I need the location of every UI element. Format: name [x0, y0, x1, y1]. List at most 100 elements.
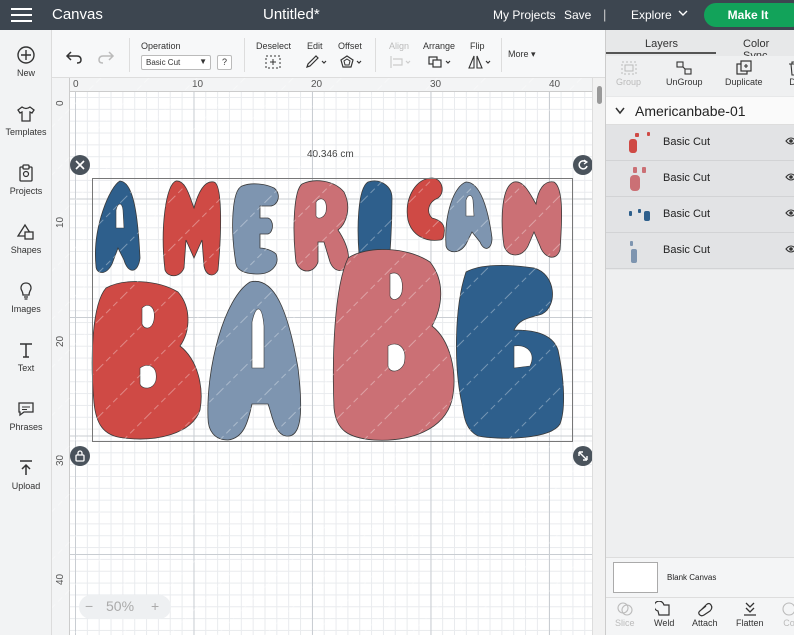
sidebar-item-templates[interactable]: Templates	[0, 104, 52, 137]
layer-thumbnail	[629, 209, 650, 221]
sidebar-item-projects[interactable]: Projects	[0, 163, 52, 196]
sidebar-item-upload[interactable]: Upload	[0, 458, 52, 491]
layer-name: Basic Cut	[663, 244, 711, 256]
sidebar-item-text[interactable]: Text	[0, 340, 52, 373]
contour-label: Co	[783, 618, 794, 628]
toolbar-divider	[244, 38, 245, 72]
attach-button[interactable]: Attach	[692, 601, 718, 628]
layer-name: Basic Cut	[663, 172, 711, 184]
text-icon	[20, 343, 32, 358]
eye-icon[interactable]	[785, 207, 794, 219]
group-button[interactable]: Group	[616, 60, 641, 87]
delete-label: De	[789, 77, 794, 87]
chevron-down-icon[interactable]	[678, 8, 688, 18]
sidebar-item-label: Phrases	[9, 422, 43, 432]
delete-button[interactable]: De	[786, 60, 794, 87]
chevron-down-icon[interactable]	[615, 107, 625, 115]
canvas-scrollbar[interactable]	[592, 78, 605, 635]
scrollbar-thumb[interactable]	[597, 86, 602, 104]
eye-icon[interactable]	[785, 135, 794, 147]
shirt-icon	[17, 106, 35, 122]
duplicate-button[interactable]: Duplicate	[725, 60, 763, 87]
operation-label: Operation	[141, 41, 181, 51]
bulb-icon	[20, 282, 32, 300]
active-tab-indicator	[606, 52, 716, 54]
flatten-icon	[743, 602, 756, 616]
group-label: Group	[616, 77, 642, 87]
rotate-icon	[578, 159, 589, 170]
hamburger-menu-icon[interactable]	[11, 8, 32, 22]
redo-icon[interactable]	[97, 50, 115, 64]
zoom-in-button[interactable]: +	[151, 598, 159, 614]
shapes-icon	[16, 223, 34, 240]
deselect-label: Deselect	[256, 41, 292, 51]
contour-button[interactable]: Co	[780, 601, 794, 628]
eye-icon[interactable]	[785, 171, 794, 183]
layers-empty-area	[606, 270, 794, 557]
ungroup-label: UnGroup	[666, 77, 703, 87]
layer-name: Basic Cut	[663, 208, 711, 220]
layer-row[interactable]: Basic Cut	[606, 161, 794, 197]
attach-label: Attach	[692, 618, 718, 628]
top-separator: |	[603, 7, 607, 22]
edit-pencil-icon[interactable]	[304, 54, 328, 70]
design-canvas[interactable]: 0 10 20 30 40 0 10 20 30 40 40.346 cm − …	[52, 78, 592, 635]
layer-row[interactable]: Basic Cut	[606, 197, 794, 233]
sidebar-item-phrases[interactable]: Phrases	[0, 399, 52, 432]
offset-label: Offset	[338, 41, 362, 51]
edit-toolbar: Operation Basic Cut ▼ ? Deselect Edit Of…	[52, 30, 605, 78]
sidebar-item-new[interactable]: New	[0, 45, 52, 78]
sidebar-item-label: Text	[17, 363, 35, 373]
upload-icon	[20, 460, 32, 475]
layer-group-name: Americanbabe-01	[635, 103, 746, 119]
flatten-button[interactable]: Flatten	[736, 601, 764, 628]
selection-box[interactable]	[92, 178, 573, 442]
delete-handle[interactable]	[70, 155, 90, 175]
sidebar-item-shapes[interactable]: Shapes	[0, 222, 52, 255]
projects-icon	[19, 164, 33, 182]
operation-select[interactable]: Basic Cut ▼	[141, 55, 211, 70]
close-icon	[75, 160, 85, 170]
slice-icon	[617, 602, 633, 616]
lock-handle[interactable]	[70, 446, 90, 466]
my-projects-link[interactable]: My Projects	[493, 8, 556, 22]
sidebar-item-label: Upload	[11, 481, 41, 491]
zoom-out-button[interactable]: −	[85, 598, 93, 614]
flip-icon[interactable]	[467, 54, 493, 70]
toolbar-divider	[129, 38, 130, 72]
undo-icon[interactable]	[65, 50, 83, 64]
explore-menu[interactable]: Explore	[631, 8, 672, 22]
trash-icon	[789, 61, 794, 76]
weld-button[interactable]: Weld	[654, 601, 674, 628]
ungroup-icon	[676, 61, 692, 75]
blank-canvas-swatch[interactable]	[613, 562, 658, 593]
layer-group-row[interactable]: Americanbabe-01	[606, 97, 794, 125]
blank-canvas-row[interactable]: Blank Canvas	[606, 557, 794, 597]
sidebar-item-label: Images	[11, 304, 41, 314]
eye-icon[interactable]	[785, 243, 794, 255]
flatten-label: Flatten	[736, 618, 764, 628]
sidebar-item-images[interactable]: Images	[0, 281, 52, 314]
rotate-handle[interactable]	[573, 155, 592, 175]
layer-row[interactable]: Basic Cut	[606, 125, 794, 161]
save-button[interactable]: Save	[564, 8, 591, 22]
help-button[interactable]: ?	[217, 55, 232, 70]
deselect-icon[interactable]	[264, 54, 282, 70]
ungroup-button[interactable]: UnGroup	[666, 60, 703, 87]
sidebar-item-label: Projects	[9, 186, 43, 196]
align-icon[interactable]	[388, 54, 414, 70]
weld-icon	[655, 601, 670, 616]
tab-layers[interactable]: Layers	[645, 38, 678, 50]
more-menu[interactable]: More ▾	[508, 49, 536, 60]
weld-label: Weld	[654, 618, 675, 628]
plus-circle-icon	[17, 46, 35, 64]
make-it-button[interactable]: Make It	[704, 3, 794, 27]
offset-icon[interactable]	[338, 54, 364, 70]
resize-handle[interactable]	[573, 446, 592, 466]
document-title[interactable]: Untitled*	[263, 6, 320, 23]
arrange-icon[interactable]	[427, 54, 455, 70]
layer-row[interactable]: Basic Cut	[606, 233, 794, 269]
layer-actions: Group UnGroup Duplicate De	[606, 56, 794, 96]
slice-button[interactable]: Slice	[615, 601, 635, 628]
resize-arrows-icon	[578, 451, 588, 461]
